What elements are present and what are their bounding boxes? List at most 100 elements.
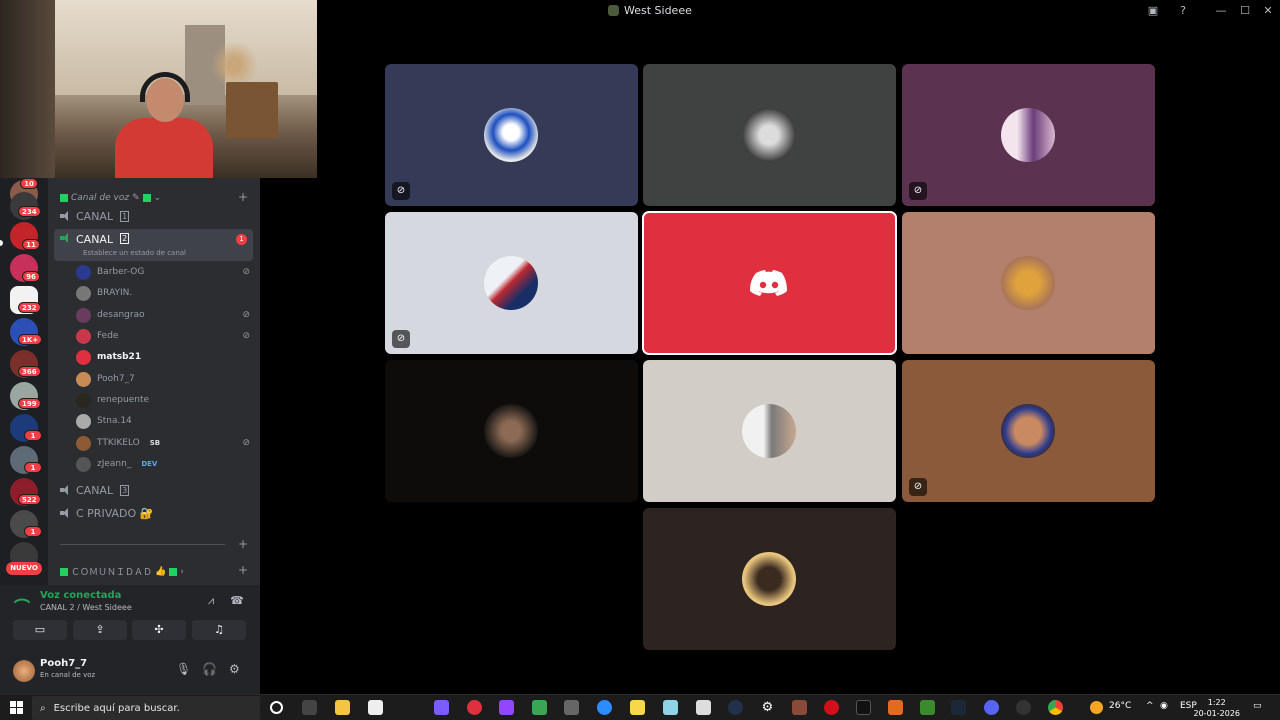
voice-tile[interactable]: ⊘ xyxy=(385,212,638,354)
voice-member[interactable]: desangrao ⊘ xyxy=(76,305,254,325)
task-view-icon[interactable] xyxy=(302,700,317,715)
voice-member[interactable]: Barber-OG ⊘ xyxy=(76,262,254,282)
avatar[interactable] xyxy=(13,660,35,682)
category-header[interactable]: ＣＯＭＵＮＩＤＡＤ 👍 › xyxy=(60,565,184,578)
voice-tile[interactable]: ⊘ xyxy=(385,64,638,206)
twitch-icon[interactable] xyxy=(499,700,514,715)
voice-member[interactable]: TTKIKELO SB ⊘ xyxy=(76,433,254,453)
voice-tile[interactable]: ⊘ xyxy=(902,360,1155,502)
app-icon[interactable] xyxy=(888,700,903,715)
voice-channel-1[interactable]: CANAL 1 xyxy=(54,207,253,225)
add-channel-icon[interactable]: + xyxy=(238,537,248,551)
voice-channel-2[interactable]: CANAL 2 Establece un estado de canal 1 xyxy=(54,229,253,261)
app-icon[interactable] xyxy=(1016,700,1031,715)
copilot-icon[interactable] xyxy=(434,700,449,715)
app-icon[interactable] xyxy=(532,700,547,715)
tiktok-icon[interactable] xyxy=(856,700,871,715)
network-icon[interactable]: ◉ xyxy=(1160,701,1168,711)
add-channel-icon[interactable]: + xyxy=(238,563,248,577)
voice-member[interactable]: renepuente xyxy=(76,390,254,410)
mention-badge: 10 xyxy=(20,178,38,189)
member-tag: SB xyxy=(149,439,161,447)
mention-badge: 232 xyxy=(18,302,41,313)
file-explorer-icon[interactable] xyxy=(335,700,350,715)
speaker-icon xyxy=(60,233,71,243)
member-name: Pooh7_7 xyxy=(97,374,135,384)
channel-number: 2 xyxy=(120,233,130,244)
voice-member[interactable]: Stna.14 xyxy=(76,411,254,431)
soundboard-button[interactable]: ♫ xyxy=(192,620,246,640)
camera-toggle-button[interactable]: ▭ xyxy=(13,620,67,640)
opera-icon[interactable] xyxy=(824,700,839,715)
microphone-icon[interactable]: 🎙 xyxy=(176,662,191,676)
minimize-button[interactable]: — xyxy=(1213,3,1229,19)
close-button[interactable]: ✕ xyxy=(1260,3,1276,19)
voice-tile-speaking[interactable] xyxy=(642,211,897,355)
add-channel-icon[interactable]: + xyxy=(238,190,248,204)
maximize-button[interactable]: ☐ xyxy=(1237,3,1253,19)
minecraft-icon[interactable] xyxy=(920,700,935,715)
category-header[interactable]: Canal de voz ✎ ⌄ xyxy=(60,193,161,203)
app-icon[interactable] xyxy=(467,700,482,715)
mention-badge: 522 xyxy=(18,494,41,505)
help-icon[interactable]: ? xyxy=(1175,3,1191,19)
member-name: BRAYIN. xyxy=(97,288,133,298)
sticky-notes-icon[interactable] xyxy=(630,700,645,715)
voice-tile[interactable] xyxy=(643,64,896,206)
avatar xyxy=(484,256,538,310)
voice-status[interactable]: Voz conectada xyxy=(40,590,121,601)
discord-icon[interactable] xyxy=(984,700,999,715)
voice-tile[interactable] xyxy=(385,360,638,502)
channel-number: 3 xyxy=(120,484,130,496)
zoom-icon[interactable] xyxy=(597,700,612,715)
notifications-icon[interactable]: ▭ xyxy=(1253,701,1262,711)
app-icon[interactable] xyxy=(564,700,579,715)
taskbar-search[interactable]: ⌕ Escribe aquí para buscar. xyxy=(32,696,260,720)
settings-gear-icon[interactable]: ⚙ xyxy=(229,662,240,676)
mention-badge: 234 xyxy=(18,206,41,217)
voice-tile[interactable] xyxy=(643,508,896,650)
voice-member[interactable]: zJeann_ DEV xyxy=(76,454,254,474)
new-unreads-pill[interactable]: NUEVO xyxy=(6,562,42,575)
discord-logo-icon xyxy=(750,270,787,296)
channel-status[interactable]: Establece un estado de canal xyxy=(83,249,186,257)
voice-location[interactable]: CANAL 2 / West Sideee xyxy=(40,603,132,612)
voice-tile[interactable] xyxy=(643,360,896,502)
voice-member[interactable]: Pooh7_7 xyxy=(76,369,254,389)
voice-tile[interactable]: ⊘ xyxy=(902,64,1155,206)
voice-member[interactable]: BRAYIN. xyxy=(76,283,254,303)
temperature[interactable]: 26°C xyxy=(1109,701,1131,711)
clock[interactable]: 1:22 20-01-2026 xyxy=(1194,697,1241,719)
windows-start-icon[interactable] xyxy=(10,701,24,715)
webcam-overlay xyxy=(0,0,317,178)
noise-suppression-icon[interactable]: ⩘ xyxy=(203,593,219,609)
inbox-icon[interactable]: ▣ xyxy=(1145,3,1161,19)
app-icon[interactable] xyxy=(792,700,807,715)
mic-muted-icon: ⊘ xyxy=(909,182,927,200)
category-name: Canal de voz xyxy=(71,193,130,203)
activities-button[interactable]: ✣ xyxy=(132,620,186,640)
chrome-icon[interactable] xyxy=(1048,700,1063,715)
voice-channel-3[interactable]: CANAL 3 xyxy=(54,481,253,499)
mention-badge: 1 xyxy=(24,526,42,537)
steam-icon[interactable] xyxy=(951,700,966,715)
cortana-icon[interactable] xyxy=(270,701,283,714)
settings-icon[interactable]: ⚙ xyxy=(760,700,775,715)
screen-share-button[interactable]: ⇪ xyxy=(73,620,127,640)
disconnect-icon[interactable]: ☎ xyxy=(229,593,245,609)
app-icon[interactable] xyxy=(728,700,743,715)
mention-badge: 199 xyxy=(18,398,41,409)
voice-channel-private[interactable]: C PRIVADO 🔐 xyxy=(54,504,253,522)
headphones-icon[interactable]: 🎧 xyxy=(202,662,217,676)
avatar xyxy=(742,552,796,606)
voice-tile[interactable] xyxy=(902,212,1155,354)
app-icon[interactable] xyxy=(663,700,678,715)
voice-member[interactable]: matsb21 xyxy=(76,347,254,367)
speaker-icon xyxy=(60,485,71,495)
voice-member[interactable]: Fede ⊘ xyxy=(76,326,254,346)
weather-icon[interactable] xyxy=(1090,701,1103,714)
chevron-up-icon[interactable]: ^ xyxy=(1146,701,1154,711)
notepad-icon[interactable] xyxy=(368,700,383,715)
user-name[interactable]: Pooh7_7 xyxy=(40,658,87,669)
capcut-icon[interactable] xyxy=(696,700,711,715)
